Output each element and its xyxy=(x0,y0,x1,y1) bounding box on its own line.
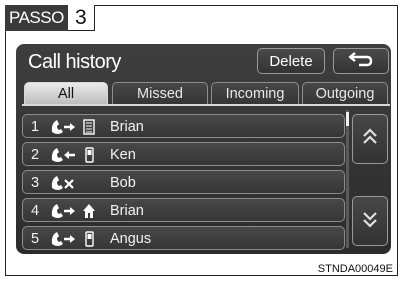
contact-name: Brian xyxy=(110,119,144,135)
call-index: 4 xyxy=(31,203,40,219)
outgoing-call-icon xyxy=(49,229,109,249)
step-word: PASSO xyxy=(5,5,68,31)
tab-all[interactable]: All xyxy=(24,82,108,104)
call-row-3[interactable]: 3 Bob xyxy=(22,170,345,194)
double-chevron-up-icon xyxy=(361,126,379,153)
contact-name: Brian xyxy=(110,203,144,219)
home-phone-icon xyxy=(83,119,95,135)
contact-name: Bob xyxy=(110,175,136,191)
outgoing-call-icon xyxy=(49,117,109,137)
back-arrow-icon xyxy=(347,51,375,72)
step-label: PASSO 3 xyxy=(5,5,95,31)
delete-button[interactable]: Delete xyxy=(257,48,325,74)
scroll-up-button[interactable] xyxy=(352,114,388,164)
call-row-5[interactable]: 5 Angus xyxy=(22,226,345,250)
double-chevron-down-icon xyxy=(361,208,379,235)
contact-name: Angus xyxy=(110,231,152,247)
screen-title: Call history xyxy=(28,51,121,73)
figure-id: STNDA00049E xyxy=(317,263,393,275)
call-row-2[interactable]: 2 Ken xyxy=(22,142,345,166)
house-icon xyxy=(83,204,95,218)
scrollbar-thumb[interactable] xyxy=(346,112,349,126)
call-row-4[interactable]: 4 Brian xyxy=(22,198,345,222)
call-index: 1 xyxy=(31,119,40,135)
incoming-call-icon xyxy=(49,145,109,165)
step-number: 3 xyxy=(67,5,95,31)
call-index: 3 xyxy=(31,175,40,191)
missed-call-icon xyxy=(49,173,109,193)
back-button[interactable] xyxy=(333,48,389,74)
scroll-down-button[interactable] xyxy=(352,196,388,246)
tab-bar: All Missed Incoming Outgoing xyxy=(22,80,390,106)
mobile-phone-icon xyxy=(85,231,94,247)
tab-incoming[interactable]: Incoming xyxy=(211,82,299,104)
mobile-phone-icon xyxy=(85,147,94,163)
call-row-1[interactable]: 1 Brian xyxy=(22,114,345,138)
outgoing-call-icon xyxy=(49,201,109,221)
tab-missed[interactable]: Missed xyxy=(112,82,208,104)
call-history-screen: Call history Delete All Missed Incoming … xyxy=(16,44,391,254)
contact-name: Ken xyxy=(110,147,136,163)
tab-outgoing[interactable]: Outgoing xyxy=(302,82,388,104)
call-index: 2 xyxy=(31,147,40,163)
scrollbar-track[interactable] xyxy=(346,110,349,248)
call-index: 5 xyxy=(31,231,40,247)
